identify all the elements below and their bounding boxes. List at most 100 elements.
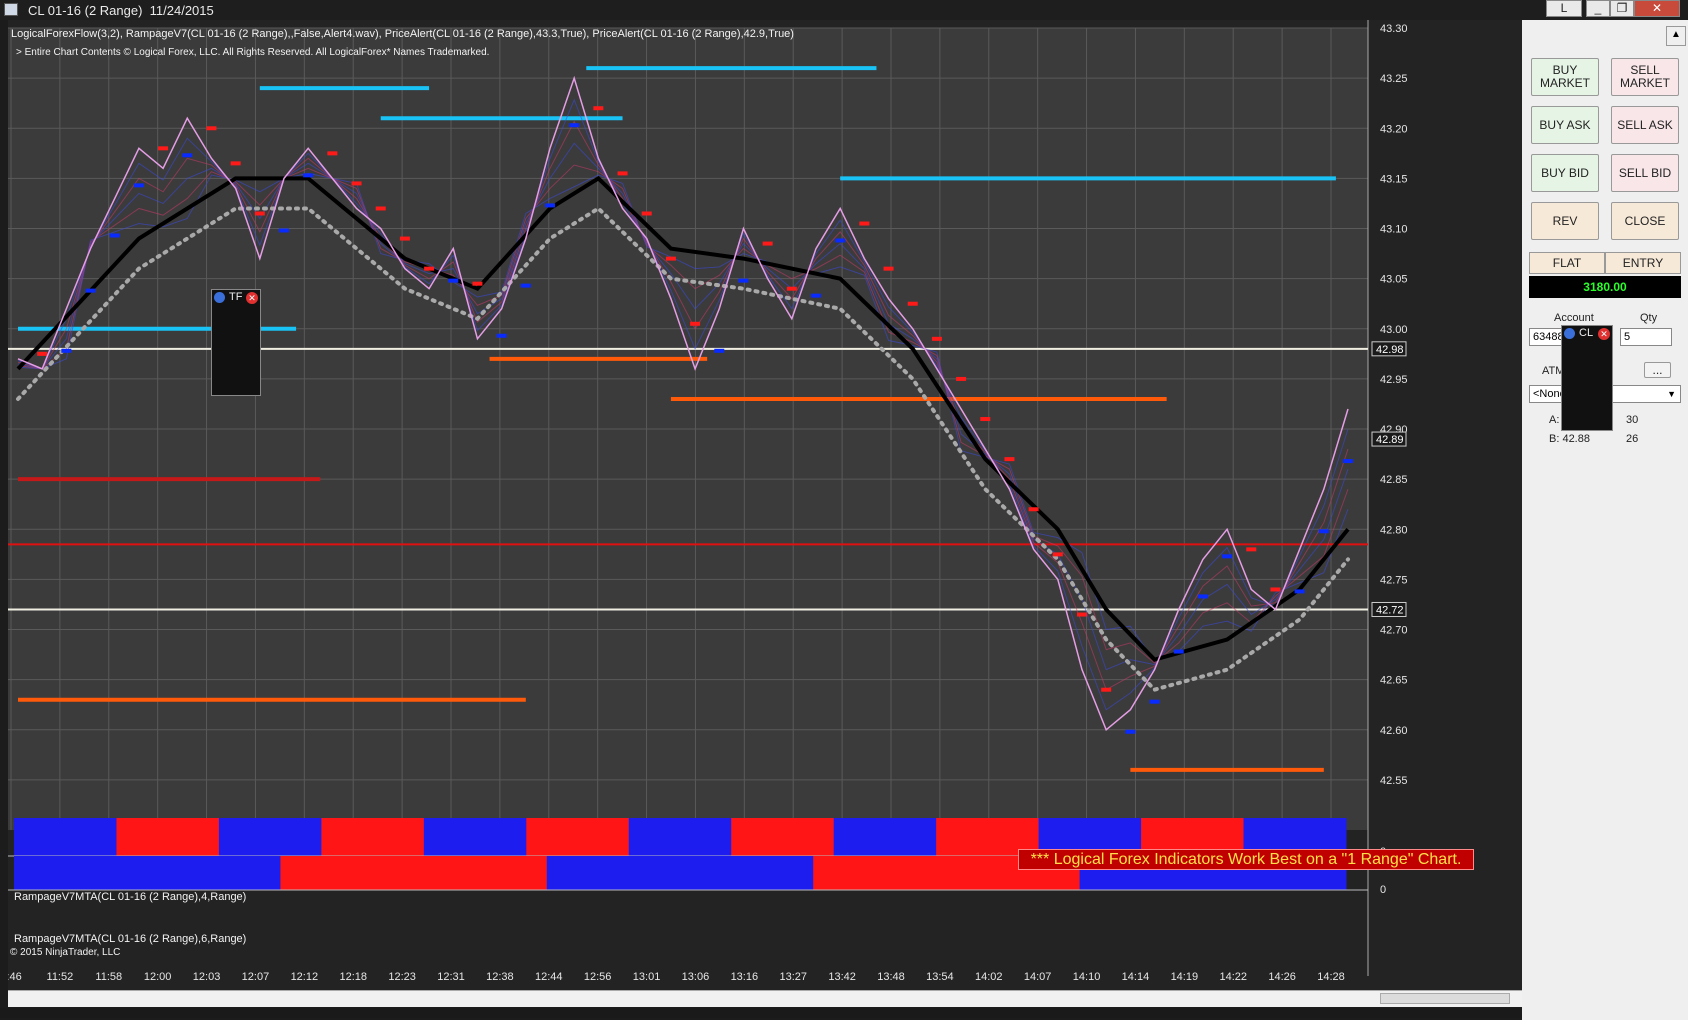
x-tick-label: 12:12 (291, 971, 319, 983)
x-tick-label: 12:44 (535, 971, 563, 983)
mta-segment-red (321, 818, 425, 856)
qty-label: Qty (1640, 312, 1658, 324)
x-tick-label: 12:38 (486, 971, 514, 983)
x-tick-label: 14:07 (1024, 971, 1052, 983)
y-tick-label: 43.10 (1380, 224, 1408, 236)
x-tick-label: 12:03 (193, 971, 221, 983)
x-tick-label: 11:58 (95, 971, 122, 983)
scroll-thumb[interactable] (1380, 993, 1510, 1004)
price-axis-marker-text: 42.72 (1376, 604, 1404, 616)
close-icon[interactable]: ✕ (1634, 0, 1680, 17)
down-signal-dash (351, 181, 362, 186)
buy-bid-button[interactable]: BUY BID (1531, 154, 1599, 192)
mta-zero-label: 0 (1380, 884, 1386, 896)
up-signal-dash (496, 333, 507, 338)
restore-icon[interactable]: ❐ (1610, 0, 1634, 17)
down-signal-dash (230, 161, 241, 166)
x-tick-label: 12:18 (339, 971, 367, 983)
ask-label: A: (1549, 414, 1560, 426)
down-signal-dash (665, 256, 676, 261)
x-tick-label: 13:01 (633, 971, 661, 983)
y-tick-label: 42.85 (1380, 474, 1408, 486)
x-tick-label: 12:23 (388, 971, 416, 983)
indicator-header: LogicalForexFlow(3,2), RampageV7(CL 01-1… (11, 28, 794, 40)
cl-widget[interactable]: CL ✕ (1561, 325, 1613, 431)
mta2-label: RampageV7MTA(CL 01-16 (2 Range),6,Range) (14, 933, 247, 945)
down-signal-dash (424, 266, 435, 271)
y-tick-label: 43.05 (1380, 274, 1408, 286)
y-tick-label: 43.15 (1380, 173, 1408, 185)
minimize-icon[interactable]: _ (1586, 0, 1610, 17)
chart-window-icon (4, 3, 18, 16)
globe-icon (214, 292, 225, 303)
up-signal-dash (811, 293, 821, 298)
up-signal-dash (1125, 729, 1136, 734)
up-signal-dash (1294, 589, 1305, 594)
x-tick-label: 13:06 (682, 971, 710, 983)
down-signal-dash (859, 221, 870, 226)
down-signal-dash (907, 301, 918, 306)
chart-horizontal-scrollbar[interactable] (8, 990, 1523, 1007)
reverse-button[interactable]: REV (1531, 202, 1599, 240)
down-signal-dash (327, 151, 338, 156)
down-signal-dash (1246, 547, 1257, 552)
up-signal-dash (545, 203, 555, 208)
down-signal-dash (931, 336, 942, 341)
x-tick-label: 14:26 (1268, 971, 1296, 983)
x-tick-label: 12:07 (242, 971, 270, 983)
x-tick-label: 1:46 (8, 971, 22, 983)
account-label: Account (1554, 312, 1594, 324)
tf-widget[interactable]: TF ✕ (211, 289, 261, 396)
y-tick-label: 42.75 (1380, 574, 1408, 586)
qty-stepper[interactable]: 5 (1620, 328, 1672, 346)
up-signal-dash (569, 123, 580, 128)
chevron-down-icon: ▼ (1667, 389, 1676, 399)
mta-segment-red (116, 818, 220, 856)
x-tick-label: 14:19 (1171, 971, 1199, 983)
down-signal-dash (1004, 457, 1015, 462)
close-position-button[interactable]: CLOSE (1611, 202, 1679, 240)
atm-more-button[interactable]: ... (1644, 362, 1671, 378)
tf-close-icon[interactable]: ✕ (246, 292, 258, 304)
up-signal-dash (1197, 594, 1208, 599)
up-signal-dash (85, 288, 96, 293)
up-signal-dash (1318, 529, 1329, 534)
panel-collapse-chevron-icon[interactable]: ▲ (1666, 26, 1686, 46)
up-signal-dash (61, 348, 72, 353)
chart-copyright: > Entire Chart Contents © Logical Forex,… (16, 47, 490, 58)
sell-market-button[interactable]: SELL MARKET (1611, 58, 1679, 96)
mta-segment-red (280, 856, 548, 890)
position-flat-cell: FLAT (1529, 252, 1605, 274)
sell-bid-button[interactable]: SELL BID (1611, 154, 1679, 192)
x-tick-label: 14:10 (1073, 971, 1101, 983)
cl-close-icon[interactable]: ✕ (1598, 328, 1610, 340)
position-entry-cell: ENTRY (1605, 252, 1681, 274)
chart-area[interactable]: 43.30 43.25 43.20 43.15 43.10 43.05 43.00 42.95… (8, 20, 1524, 996)
tf-label: TF (229, 291, 243, 303)
x-tick-label: 14:22 (1219, 971, 1247, 983)
up-signal-dash (520, 283, 531, 288)
sell-ask-button[interactable]: SELL ASK (1611, 106, 1679, 144)
window-titlebar: CL 01-16 (2 Range) 11/24/2015 L _ ❐ ✕ (0, 0, 1688, 20)
down-signal-dash (883, 266, 894, 271)
price-axis-marker-text: 42.89 (1376, 434, 1404, 446)
buy-market-button[interactable]: BUY MARKET (1531, 58, 1599, 96)
up-signal-dash (835, 238, 846, 243)
link-button[interactable]: L (1546, 0, 1582, 17)
y-tick-label: 42.80 (1380, 524, 1408, 536)
mta-segment-blue (14, 818, 117, 856)
y-tick-label: 43.30 (1380, 23, 1408, 35)
ask-size: 30 (1626, 414, 1639, 426)
y-tick-label: 42.60 (1380, 725, 1408, 737)
ninjatrader-copyright: © 2015 NinjaTrader, LLC (10, 947, 121, 958)
y-tick-label: 43.00 (1380, 324, 1408, 336)
cl-label: CL (1579, 327, 1594, 339)
mta-segment-blue (546, 856, 814, 890)
chart-trader-panel: ▲ BUY MARKET SELL MARKET BUY ASK SELL AS… (1522, 20, 1688, 1020)
logical-forex-banner: *** Logical Forex Indicators Work Best o… (1018, 849, 1474, 870)
down-signal-dash (617, 171, 628, 176)
down-signal-dash (593, 106, 604, 111)
buy-ask-button[interactable]: BUY ASK (1531, 106, 1599, 144)
down-signal-dash (1077, 612, 1087, 617)
up-signal-dash (133, 183, 144, 188)
